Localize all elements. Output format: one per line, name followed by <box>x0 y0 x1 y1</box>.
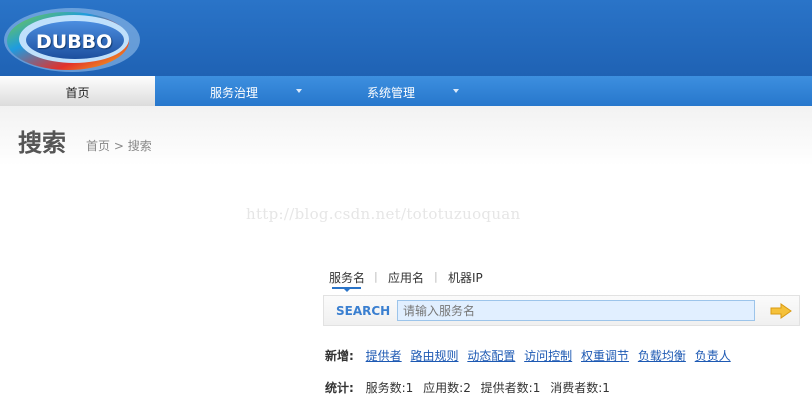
breadcrumb: 首页 > 搜索 <box>86 137 152 154</box>
dubbo-logo[interactable]: DUBBO <box>2 4 144 74</box>
tab-service-name[interactable]: 服务名 <box>329 269 365 286</box>
stats-label: 统计: <box>325 381 354 395</box>
main-nav: 首页 服务治理 系统管理 <box>0 76 812 106</box>
nav-item-home[interactable]: 首页 <box>0 76 155 106</box>
title-band <box>0 106 812 166</box>
add-label: 新增: <box>325 349 354 363</box>
breadcrumb-home[interactable]: 首页 <box>86 139 110 153</box>
add-row: 新增: 提供者 路由规则 动态配置 访问控制 权重调节 负载均衡 负责人 <box>325 347 736 364</box>
breadcrumb-separator: > <box>113 139 124 153</box>
arrow-right-icon[interactable] <box>770 303 792 319</box>
add-load-balance-link[interactable]: 负载均衡 <box>638 349 686 363</box>
add-weight-adjust-link[interactable]: 权重调节 <box>581 349 629 363</box>
active-tab-caret-icon <box>344 289 350 292</box>
dropdown-arrow-icon <box>296 89 302 93</box>
watermark-text: http://blog.csdn.net/tototuzuoquan <box>246 205 521 223</box>
add-owner-link[interactable]: 负责人 <box>695 349 731 363</box>
stats-row: 统计: 服务数:1 应用数:2 提供者数:1 消费者数:1 <box>325 379 616 396</box>
add-route-rule-link[interactable]: 路由规则 <box>410 349 458 363</box>
header-bar: DUBBO <box>0 0 812 76</box>
nav-item-system-management[interactable]: 系统管理 <box>310 76 470 106</box>
tab-application-name[interactable]: 应用名 <box>388 269 424 286</box>
stat-application-count: 应用数:2 <box>423 381 471 395</box>
add-access-control-link[interactable]: 访问控制 <box>524 349 572 363</box>
search-input[interactable] <box>397 300 755 321</box>
logo-text: DUBBO <box>36 31 113 53</box>
add-dynamic-config-link[interactable]: 动态配置 <box>467 349 515 363</box>
page-title: 搜索 <box>18 129 66 157</box>
add-provider-link[interactable]: 提供者 <box>366 349 402 363</box>
breadcrumb-current: 搜索 <box>127 139 152 153</box>
nav-item-service-governance[interactable]: 服务治理 <box>155 76 310 106</box>
nav-item-label: 系统管理 <box>367 86 416 100</box>
dropdown-arrow-icon <box>453 89 459 93</box>
search-bar: SEARCH <box>323 295 800 326</box>
stat-consumer-count: 消费者数:1 <box>550 381 610 395</box>
tab-separator: | <box>434 270 438 283</box>
stat-service-count: 服务数:1 <box>365 381 414 395</box>
nav-item-label: 服务治理 <box>210 86 259 100</box>
tab-machine-ip[interactable]: 机器IP <box>448 269 483 286</box>
stat-provider-count: 提供者数:1 <box>480 381 541 395</box>
search-label: SEARCH <box>336 304 391 318</box>
tab-separator: | <box>374 270 378 283</box>
